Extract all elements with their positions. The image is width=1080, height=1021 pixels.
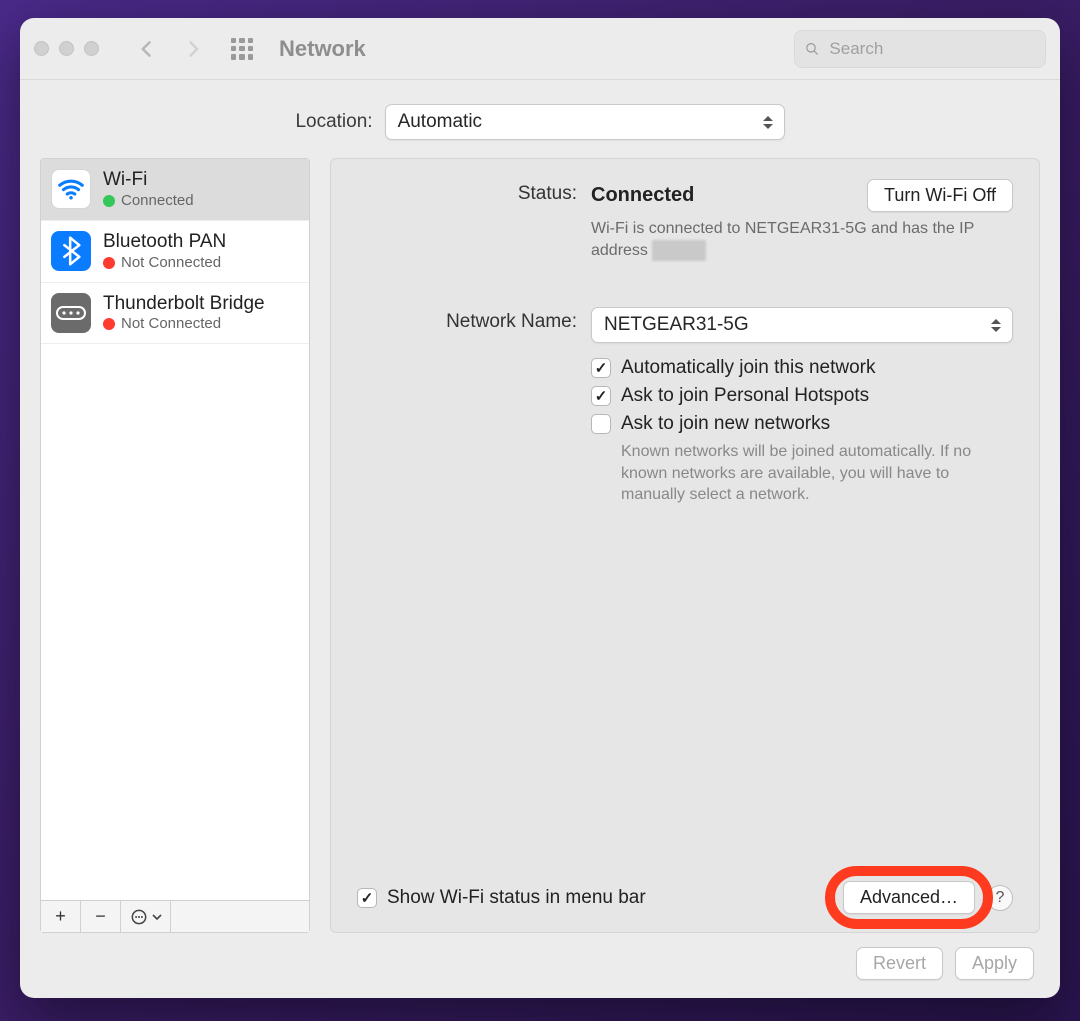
interface-bluetooth-pan[interactable]: Bluetooth PAN Not Connected: [41, 221, 309, 283]
zoom-window-button[interactable]: [84, 41, 99, 56]
more-actions-button[interactable]: [121, 901, 171, 932]
sidebar-footer-spacer: [171, 901, 309, 932]
status-dot-green-icon: [103, 195, 115, 207]
search-field[interactable]: [794, 30, 1046, 68]
chevron-down-icon: [152, 914, 162, 920]
show-all-button[interactable]: [231, 38, 253, 60]
show-status-label: Show Wi-Fi status in menu bar: [387, 887, 646, 909]
interface-sidebar: Wi-Fi Connected Bluetooth PAN: [40, 158, 310, 933]
ask-hotspot-label: Ask to join Personal Hotspots: [621, 385, 869, 407]
forward-button[interactable]: [175, 31, 211, 67]
add-interface-button[interactable]: +: [41, 901, 81, 932]
remove-interface-button[interactable]: −: [81, 901, 121, 932]
window-title: Network: [279, 36, 366, 62]
updown-icon: [760, 111, 776, 133]
thunderbolt-bridge-icon: [51, 293, 91, 333]
wifi-toggle-button[interactable]: Turn Wi-Fi Off: [867, 179, 1013, 212]
sidebar-footer: + −: [41, 900, 309, 932]
advanced-button[interactable]: Advanced…: [843, 881, 975, 914]
content-split: Wi-Fi Connected Bluetooth PAN: [40, 158, 1040, 933]
interface-name: Wi-Fi: [103, 169, 194, 192]
minimize-window-button[interactable]: [59, 41, 74, 56]
redacted-ip: ▇▇▇▇: [652, 240, 705, 262]
search-input[interactable]: [827, 38, 1035, 60]
status-value: Connected: [591, 184, 694, 207]
location-value: Automatic: [398, 111, 482, 133]
window-body: Location: Automatic Wi-Fi: [20, 80, 1060, 998]
location-label: Location:: [295, 111, 372, 133]
show-status-checkbox[interactable]: [357, 888, 377, 908]
interface-name: Bluetooth PAN: [103, 231, 226, 254]
plus-icon: +: [55, 906, 66, 927]
advanced-highlight: Advanced…: [843, 881, 975, 914]
auto-join-label: Automatically join this network: [621, 357, 876, 379]
bluetooth-icon: [51, 231, 91, 271]
search-icon: [805, 41, 819, 57]
chevron-left-icon: [137, 39, 157, 59]
network-name-label: Network Name:: [357, 307, 577, 506]
revert-button[interactable]: Revert: [856, 947, 943, 980]
status-dot-red-icon: [103, 318, 115, 330]
updown-icon: [988, 314, 1004, 336]
ask-new-networks-label: Ask to join new networks: [621, 413, 830, 435]
help-button[interactable]: ?: [987, 885, 1013, 911]
chevron-right-icon: [183, 39, 203, 59]
detail-panel: Status: Connected Turn Wi-Fi Off Wi-Fi i…: [330, 158, 1040, 933]
status-label: Status:: [357, 179, 577, 261]
interface-status: Not Connected: [103, 315, 265, 333]
preferences-window: Network Location: Automatic: [20, 18, 1060, 998]
panel-footer: Show Wi-Fi status in menu bar Advanced… …: [357, 881, 1013, 914]
interface-status: Not Connected: [103, 254, 226, 272]
window-footer: Revert Apply: [40, 933, 1040, 980]
ask-hotspot-checkbox[interactable]: [591, 386, 611, 406]
status-description: Wi-Fi is connected to NETGEAR31-5G and h…: [591, 218, 1013, 261]
titlebar: Network: [20, 18, 1060, 80]
auto-join-checkbox[interactable]: [591, 358, 611, 378]
interface-name: Thunderbolt Bridge: [103, 293, 265, 316]
interface-thunderbolt-bridge[interactable]: Thunderbolt Bridge Not Connected: [41, 283, 309, 345]
status-row: Status: Connected Turn Wi-Fi Off Wi-Fi i…: [357, 179, 1013, 261]
interface-list[interactable]: Wi-Fi Connected Bluetooth PAN: [41, 159, 309, 900]
ask-new-networks-checkbox[interactable]: [591, 414, 611, 434]
network-name-value: NETGEAR31-5G: [604, 314, 749, 336]
wifi-icon: [51, 169, 91, 209]
status-dot-red-icon: [103, 257, 115, 269]
location-row: Location: Automatic: [40, 104, 1040, 140]
interface-status: Connected: [103, 192, 194, 210]
more-icon: [129, 907, 149, 927]
network-name-row: Network Name: NETGEAR31-5G Automatically…: [357, 307, 1013, 506]
minus-icon: −: [95, 906, 106, 927]
close-window-button[interactable]: [34, 41, 49, 56]
back-button[interactable]: [129, 31, 165, 67]
interface-wifi[interactable]: Wi-Fi Connected: [41, 159, 309, 221]
apply-button[interactable]: Apply: [955, 947, 1034, 980]
new-networks-hint: Known networks will be joined automatica…: [621, 441, 1001, 506]
network-name-select[interactable]: NETGEAR31-5G: [591, 307, 1013, 343]
location-select[interactable]: Automatic: [385, 104, 785, 140]
window-controls: [34, 41, 99, 56]
